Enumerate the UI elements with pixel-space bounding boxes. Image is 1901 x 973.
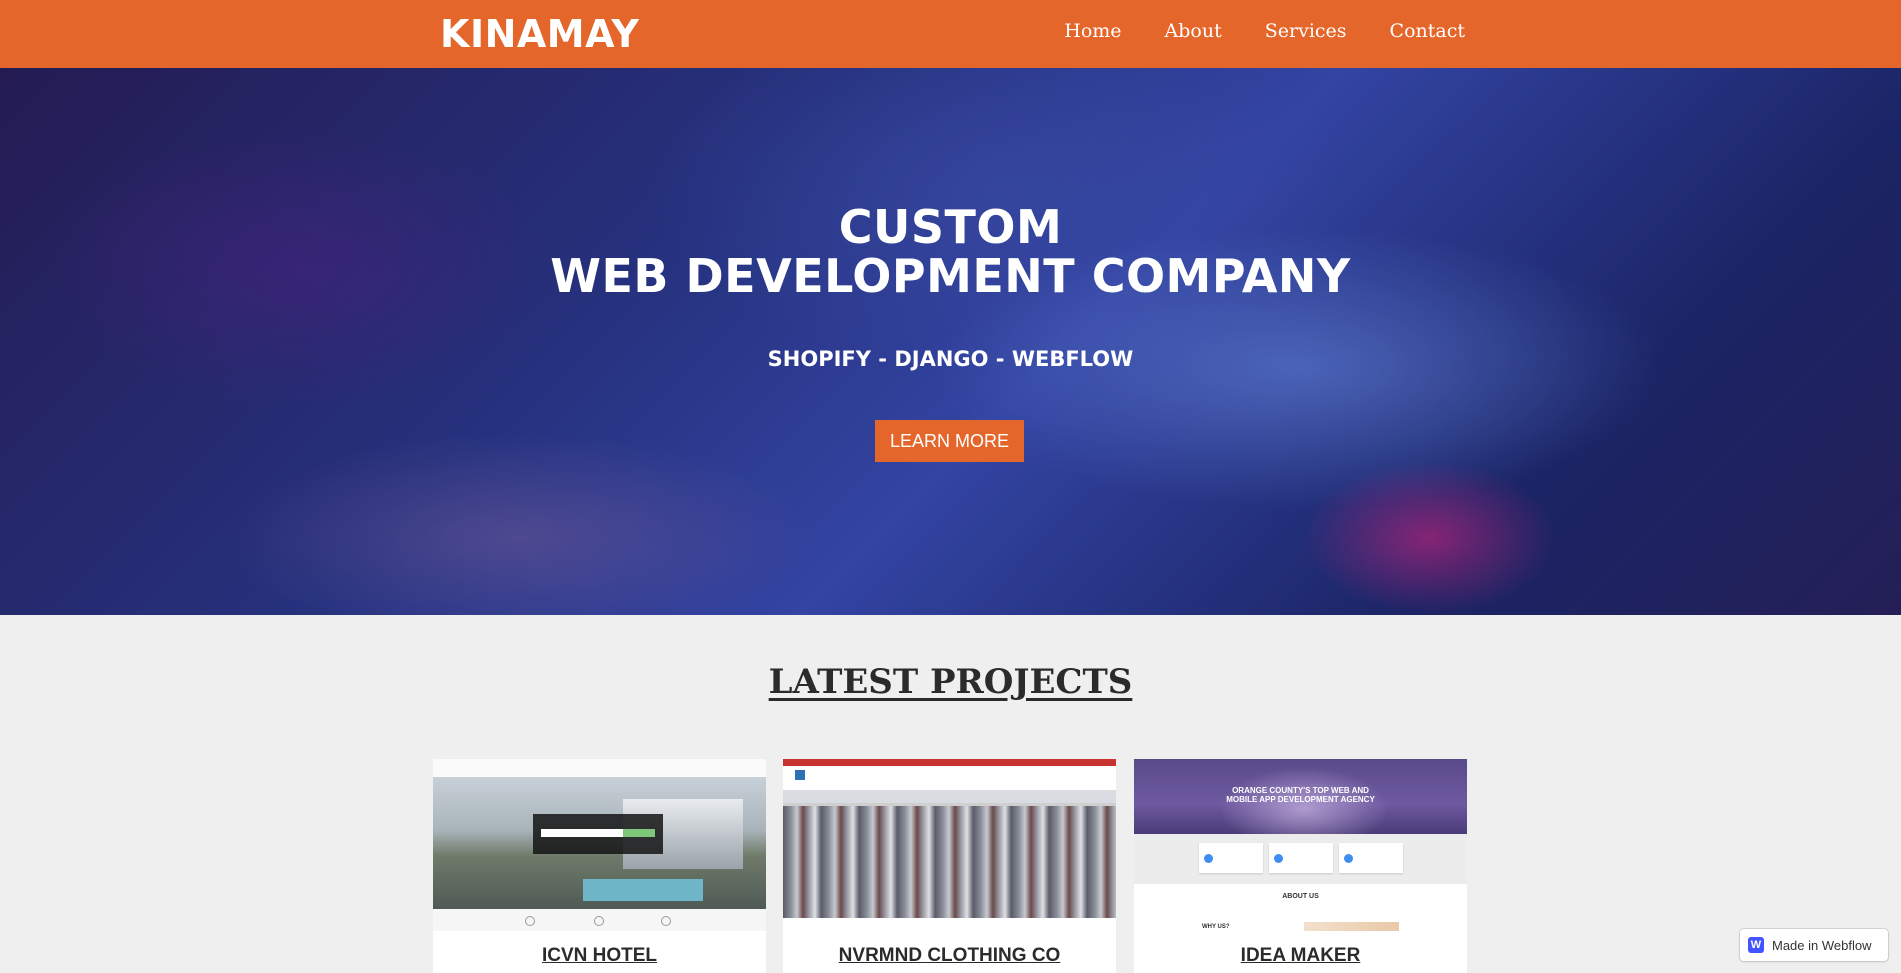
project-thumbnail[interactable]: [433, 759, 766, 931]
project-thumbnail[interactable]: ORANGE COUNTY'S TOP WEB AND MOBILE APP D…: [1134, 759, 1467, 931]
navbar: KINAMAY Home About Services Contact: [0, 0, 1901, 68]
learn-more-button[interactable]: LEARN MORE: [875, 420, 1024, 462]
badge-label: Made in Webflow: [1772, 937, 1872, 953]
nav-link-services[interactable]: Services: [1265, 20, 1347, 42]
hero-title-line-2: WEB DEVELOPMENT COMPANY: [550, 249, 1351, 303]
hero-subtitle: SHOPIFY - DJANGO - WEBFLOW: [767, 347, 1134, 371]
project-card-icvn-hotel[interactable]: ICVN HOTEL: [433, 759, 766, 973]
feature-icon: [1204, 854, 1213, 863]
tent-icon: [594, 916, 604, 926]
project-title-link[interactable]: IDEA MAKER: [1134, 945, 1467, 967]
brand-logo[interactable]: KINAMAY: [440, 12, 639, 56]
made-in-webflow-badge[interactable]: W Made in Webflow: [1740, 929, 1888, 961]
hero-section: CUSTOM WEB DEVELOPMENT COMPANY SHOPIFY -…: [0, 68, 1901, 615]
project-title-link[interactable]: ICVN HOTEL: [433, 945, 766, 967]
hero-title: CUSTOM WEB DEVELOPMENT COMPANY: [0, 203, 1901, 301]
project-card-nvrmnd-clothing[interactable]: NVRMND CLOTHING CO: [783, 759, 1116, 973]
project-card-idea-maker[interactable]: ORANGE COUNTY'S TOP WEB AND MOBILE APP D…: [1134, 759, 1467, 973]
hero-background-image: [0, 68, 1901, 615]
nav-link-contact[interactable]: Contact: [1390, 20, 1465, 42]
pin-icon: [525, 916, 535, 926]
logo-icon: [795, 770, 805, 780]
feature-icon: [1274, 854, 1283, 863]
latest-projects-heading: LATEST PROJECTS: [768, 662, 1133, 702]
nav-link-about[interactable]: About: [1165, 20, 1222, 42]
hero-title-line-1: CUSTOM: [838, 200, 1063, 254]
nav-menu: Home About Services Contact: [1064, 20, 1465, 42]
webflow-logo-icon: W: [1748, 937, 1764, 953]
project-title-link[interactable]: NVRMND CLOTHING CO: [783, 945, 1116, 967]
feature-icon: [1344, 854, 1353, 863]
dollar-icon: [661, 916, 671, 926]
nav-link-home[interactable]: Home: [1064, 20, 1121, 42]
project-thumbnail[interactable]: [783, 759, 1116, 931]
